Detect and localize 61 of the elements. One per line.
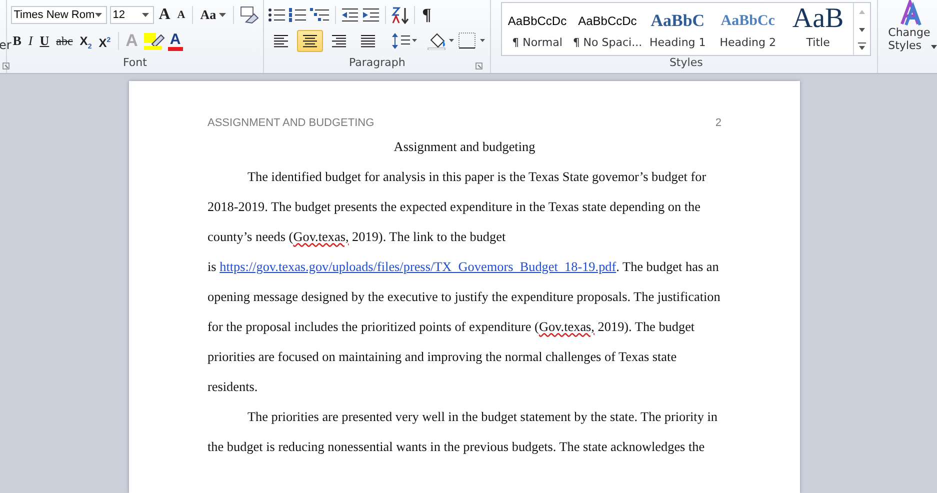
- dropdown-icon: [931, 45, 937, 49]
- format-button[interactable]: X$_{2}$: [78, 31, 94, 51]
- dropdown-icon: [94, 13, 102, 17]
- style-item[interactable]: AaBbC Heading 1: [642, 3, 713, 55]
- body-text-line: is https://gov.texas.gov/uploads/files/press/TX_Govemors_Budget_18-19.pdf. The budget has an: [208, 258, 720, 276]
- format-button[interactable]: X$^{2}$: [96, 31, 113, 51]
- style-item[interactable]: AaBbCcDc ¶ No Spaci...: [572, 3, 643, 55]
- bullets-icon[interactable]: [268, 7, 286, 23]
- font-color-button[interactable]: A: [168, 31, 183, 51]
- font-size-field[interactable]: 12: [110, 6, 154, 24]
- dialog-launcher-icon[interactable]: [2, 62, 10, 70]
- group-label: Paragraph: [348, 56, 406, 69]
- align-button[interactable]: [297, 30, 324, 52]
- format-button[interactable]: U: [38, 31, 52, 51]
- dropdown-icon: [142, 13, 149, 17]
- grow-font-button[interactable]: A: [156, 5, 172, 25]
- page-number: 2: [715, 117, 722, 131]
- multilevel-list-icon[interactable]: [310, 7, 330, 23]
- body-text-line: residents.: [208, 378, 259, 396]
- body-text-line: 2018-2019. The budget presents the expected expenditure in the Texas state depending on the: [208, 198, 702, 216]
- change-styles-button[interactable]: Change Styles: [878, 0, 937, 73]
- style-item[interactable]: AaBbCc Heading 2: [712, 3, 783, 55]
- running-header: ASSIGNMENT AND BUDGETING: [208, 117, 374, 131]
- line-spacing-icon[interactable]: [391, 32, 418, 50]
- paint-bucket-icon[interactable]: [427, 32, 456, 50]
- align-justify-icon: [360, 34, 376, 48]
- body-text-line: opening message designed by the executive to justify the expenditure proposals. The justification: [208, 288, 722, 306]
- shrink-font-button[interactable]: A: [175, 5, 188, 25]
- format-button[interactable]: abc: [54, 31, 75, 51]
- eraser-icon[interactable]: [239, 6, 260, 24]
- body-text-line: county’s needs (Gov.texas, 2019). The link to the budget: [208, 228, 507, 246]
- increase-indent-icon[interactable]: [362, 7, 380, 23]
- change-case-button[interactable]: Aa: [198, 4, 228, 26]
- hyperlink[interactable]: https://gov.texas.gov/uploads/files/press/TX_Govemors_Budget_18-19.pdf: [220, 259, 616, 274]
- body-text-line: priorities are focused on maintaining and improving the normal challenges of Texas state: [208, 348, 678, 366]
- style-item[interactable]: AaB Title: [782, 3, 854, 55]
- dialog-launcher-icon[interactable]: [475, 62, 484, 70]
- group-label: Styles: [669, 56, 703, 69]
- show-formatting-button[interactable]: ¶: [420, 5, 434, 25]
- decrease-indent-icon[interactable]: [341, 7, 360, 23]
- document-title: Assignment and budgeting: [394, 139, 536, 154]
- font-name-field[interactable]: Times New Rom: [10, 6, 107, 24]
- dropdown-icon: [219, 13, 226, 17]
- body-text-line: the budget is reducing nonessential wants in the previous budgets. The state acknowledges the: [208, 438, 706, 456]
- body-text-line: The priorities are presented very well in the budget statement by the state. The priority in: [246, 408, 718, 426]
- style-item[interactable]: AaBbCcDc ¶ Normal: [502, 3, 572, 55]
- highlighter-icon[interactable]: [142, 32, 165, 50]
- misspelled-word: Gov.texas,: [538, 319, 594, 334]
- format-button[interactable]: B: [10, 31, 24, 51]
- button-label[interactable]: er: [0, 38, 12, 52]
- body-text-line: for the proposal includes the prioritized points of expenditure (Gov.texas, 2019). The budget: [208, 318, 696, 336]
- group-label: Font: [122, 56, 147, 69]
- misspelled-word: Gov.texas,: [293, 229, 349, 244]
- borders-icon[interactable]: [458, 32, 486, 50]
- numbering-icon[interactable]: [289, 7, 308, 23]
- align-left-icon: [273, 34, 290, 48]
- align-center-icon: [302, 34, 318, 48]
- align-right-icon: [331, 34, 348, 48]
- body-text-line: The identified budget for analysis in this paper is the Texas State govemor’s budget for: [246, 168, 708, 186]
- format-button[interactable]: I: [26, 31, 35, 51]
- sort-icon[interactable]: [391, 6, 410, 24]
